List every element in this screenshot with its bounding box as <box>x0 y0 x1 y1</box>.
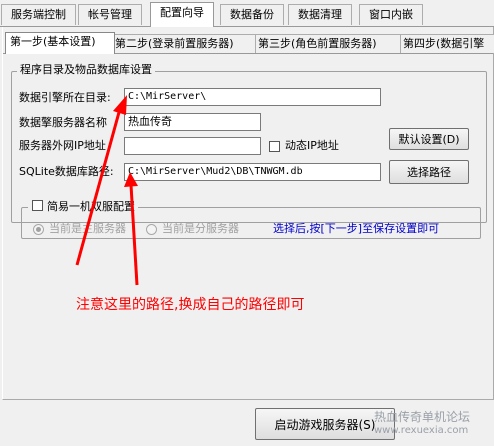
watermark-line2: www.rexuexia.com <box>374 425 469 436</box>
forum-watermark: 热血传奇单机论坛 www.rexuexia.com <box>374 410 470 438</box>
sub-server-radio-label: 当前是分服务器 <box>162 222 239 235</box>
dual-server-checkbox[interactable] <box>32 200 43 211</box>
subtab-step2-login[interactable]: 第二步(登录前置服务器) <box>112 34 256 53</box>
tab-config-wizard[interactable]: 配置向导 <box>150 2 214 27</box>
default-settings-button[interactable]: 默认设置(D) <box>389 128 469 150</box>
path-annotation: 注意这里的路径,换成自己的路径即可 <box>76 297 305 313</box>
dynamic-ip-label: 动态IP地址 <box>285 139 339 152</box>
main-server-radio-label: 当前是主服务器 <box>49 222 126 235</box>
sqlite-path-input[interactable] <box>124 163 381 181</box>
main-server-radio[interactable] <box>33 224 44 235</box>
engine-dir-input[interactable] <box>124 88 381 106</box>
config-wizard-page: 第一步(基本设置) 第二步(登录前置服务器) 第三步(角色前置服务器) 第四步(… <box>2 27 494 400</box>
tab-account-management[interactable]: 帐号管理 <box>78 4 142 25</box>
public-ip-input[interactable] <box>124 137 261 155</box>
choose-path-button[interactable]: 选择路径 <box>389 160 469 184</box>
dual-server-title-wrap: 简易一机双服配置 <box>28 200 138 214</box>
dual-server-label: 简易一机双服配置 <box>47 200 135 213</box>
program-dir-group-title: 程序目录及物品数据库设置 <box>17 63 155 77</box>
subtab-step3-role[interactable]: 第三步(角色前置服务器) <box>255 34 401 53</box>
tab-data-cleanup[interactable]: 数据清理 <box>288 4 352 25</box>
server-name-input[interactable] <box>124 113 261 131</box>
tab-window-embed[interactable]: 窗口内嵌 <box>359 4 423 25</box>
subtab-step1-basic[interactable]: 第一步(基本设置) <box>5 32 115 54</box>
tab-server-control[interactable]: 服务端控制 <box>1 4 76 25</box>
watermark-line1: 热血传奇单机论坛 <box>374 410 471 424</box>
engine-dir-label: 数据引擎所在目录: <box>19 91 111 104</box>
sqlite-path-label: SQLite数据库路径: <box>19 165 114 178</box>
tab-data-backup[interactable]: 数据备份 <box>220 4 284 25</box>
dual-server-hint: 选择后,按[下一步]至保存设置即可 <box>273 222 440 235</box>
public-ip-label: 服务器外网IP地址 <box>19 139 106 152</box>
sub-server-radio[interactable] <box>146 224 157 235</box>
subtab-step4-data-engine[interactable]: 第四步(数据引擎 <box>400 34 494 53</box>
dynamic-ip-checkbox[interactable] <box>269 141 280 152</box>
server-name-label: 数据擎服务器名称 <box>19 116 107 129</box>
